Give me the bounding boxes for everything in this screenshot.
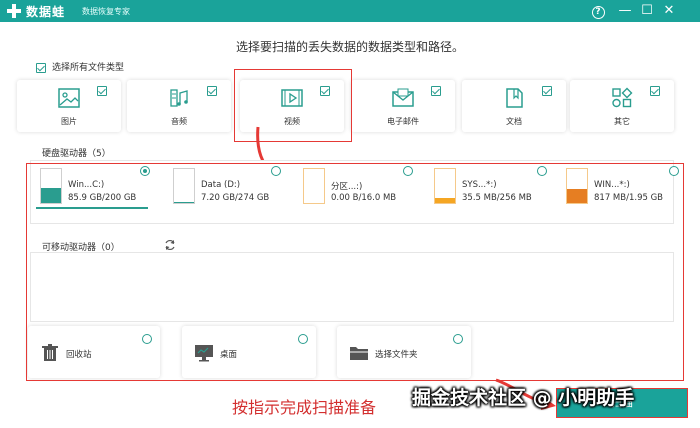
file-type-label: 电子邮件 bbox=[387, 117, 419, 126]
file-type-email[interactable]: 电子邮件 bbox=[351, 80, 455, 132]
document-icon bbox=[506, 88, 523, 108]
hard-drive-section-label: 硬盘驱动器（5） bbox=[42, 149, 111, 159]
select-all-label: 选择所有文件类型 bbox=[52, 63, 125, 73]
watermark-text: 掘金技术社区 @ 小明助手 bbox=[412, 387, 635, 409]
app-subtitle: 数据恢复专家 bbox=[82, 7, 130, 16]
file-type-checkbox[interactable] bbox=[97, 86, 107, 96]
file-type-label: 音频 bbox=[171, 117, 187, 126]
title-bar: 数据蛙 数据恢复专家 ? — ☐ ✕ bbox=[0, 0, 700, 22]
maximize-button[interactable]: ☐ bbox=[638, 2, 656, 20]
minimize-button[interactable]: — bbox=[616, 2, 634, 20]
instruction-annotation: 按指示完成扫描准备 bbox=[232, 398, 377, 417]
file-type-label: 其它 bbox=[614, 117, 630, 126]
file-type-checkbox[interactable] bbox=[542, 86, 552, 96]
drives-highlight-box bbox=[26, 163, 684, 381]
file-type-label: 文档 bbox=[506, 117, 522, 126]
file-type-image[interactable]: 图片 bbox=[17, 80, 121, 132]
file-type-audio[interactable]: 音频 bbox=[127, 80, 231, 132]
file-type-label: 图片 bbox=[61, 117, 77, 126]
file-type-document[interactable]: 文档 bbox=[462, 80, 566, 132]
app-logo-icon bbox=[7, 4, 21, 18]
file-type-other[interactable]: 其它 bbox=[570, 80, 674, 132]
email-icon bbox=[392, 88, 414, 107]
select-all-checkbox[interactable]: 选择所有文件类型 bbox=[36, 60, 124, 73]
app-name: 数据蛙 bbox=[26, 5, 66, 19]
checkbox-icon bbox=[36, 62, 46, 73]
other-icon bbox=[612, 87, 633, 108]
help-icon: ? bbox=[591, 6, 605, 19]
page-heading: 选择要扫描的丢失数据的数据类型和路径。 bbox=[235, 40, 464, 54]
music-icon bbox=[170, 89, 188, 107]
help-button[interactable]: ? bbox=[589, 2, 607, 20]
file-type-checkbox[interactable] bbox=[431, 86, 441, 96]
image-icon bbox=[58, 88, 80, 108]
file-type-checkbox[interactable] bbox=[650, 86, 660, 96]
file-type-checkbox[interactable] bbox=[207, 86, 217, 96]
close-button[interactable]: ✕ bbox=[660, 2, 678, 20]
